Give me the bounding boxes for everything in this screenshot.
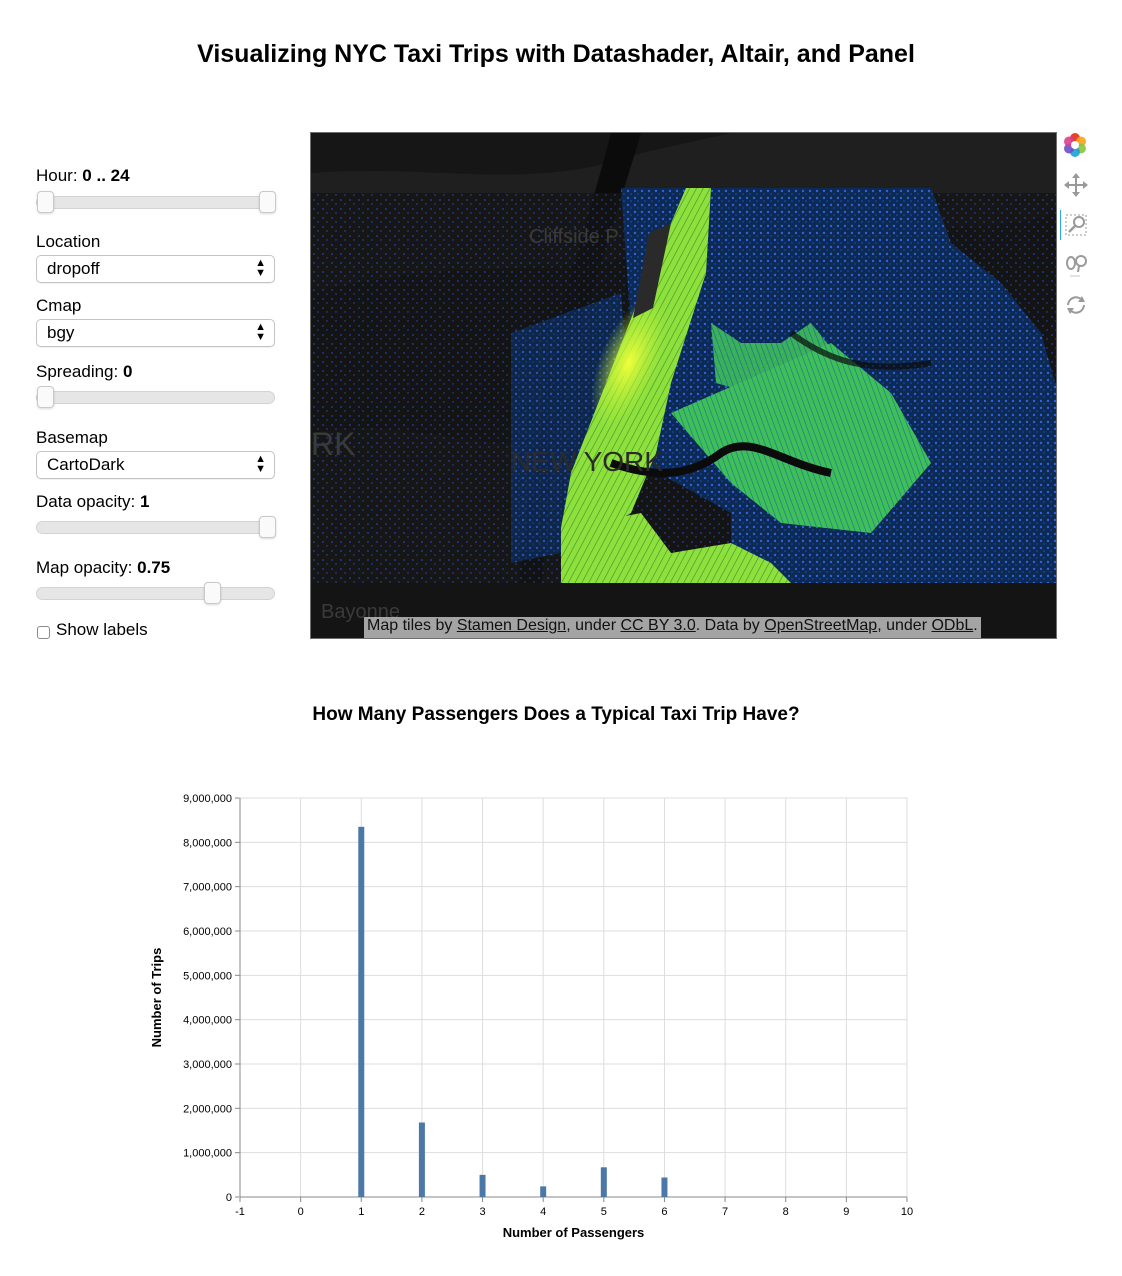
bar <box>418 1122 425 1197</box>
data-opacity-handle[interactable] <box>259 516 276 538</box>
y-tick-label: 7,000,000 <box>183 882 232 894</box>
box-zoom-icon[interactable] <box>1059 210 1094 240</box>
attribution-text: , under <box>877 617 932 634</box>
spreading-label: Spreading: 0 <box>36 362 132 382</box>
location-select-value: dropoff <box>47 259 100 278</box>
data-opacity-value: 1 <box>139 492 150 511</box>
y-tick-label: 0 <box>226 1192 232 1204</box>
y-tick-label: 2,000,000 <box>183 1103 232 1115</box>
openstreetmap-link[interactable]: OpenStreetMap <box>764 617 877 634</box>
x-tick-label: 9 <box>843 1206 849 1218</box>
wheel-zoom-icon[interactable] <box>1060 250 1094 280</box>
basemap-select[interactable]: CartoDark ▲ ▼ <box>36 451 275 479</box>
basemap-label: Basemap <box>36 428 108 447</box>
data-opacity-slider[interactable] <box>36 516 276 538</box>
pan-icon[interactable] <box>1060 170 1094 200</box>
hour-value: 0 .. 24 <box>82 166 130 185</box>
map-label-rk: RK <box>311 426 355 462</box>
cmap-select-value: bgy <box>47 323 75 342</box>
cmap-select[interactable]: bgy ▲ ▼ <box>36 319 275 347</box>
select-arrows-icon: ▲ ▼ <box>255 453 266 475</box>
y-tick-label: 4,000,000 <box>183 1015 232 1027</box>
passenger-bar-chart: -1 0 1 2 3 4 5 6 7 8 9 1001,000,0002,000,0003,000,0… <box>149 793 913 1240</box>
x-tick-label: 4 <box>540 1206 546 1218</box>
cc-by-link[interactable]: CC BY 3.0 <box>620 617 695 634</box>
plot-frame <box>239 797 908 1198</box>
spreading-value: 0 <box>122 362 133 381</box>
x-tick-label: 8 <box>783 1206 789 1218</box>
attribution-text: . <box>973 617 978 634</box>
location-label: Location <box>36 232 101 251</box>
x-tick-label: 6 <box>661 1206 667 1218</box>
x-tick-label: 5 <box>601 1206 607 1218</box>
x-tick-label: 7 <box>722 1206 728 1218</box>
y-tick-label: 6,000,000 <box>183 926 232 938</box>
bar <box>479 1174 486 1197</box>
bar <box>358 826 365 1197</box>
x-tick-label: 0 <box>298 1206 304 1218</box>
show-labels-checkbox[interactable] <box>37 626 50 639</box>
map-label-cliffside: Cliffside P <box>529 226 619 248</box>
y-tick-label: 8,000,000 <box>183 837 232 849</box>
map-opacity-label: Map opacity: 0.75 <box>36 558 170 578</box>
hour-label-text: Hour: <box>36 166 83 185</box>
map-label-ny: NEW YORK <box>511 446 663 477</box>
x-tick-label: 10 <box>901 1206 913 1218</box>
map-canvas[interactable]: Cliffside P Bayonne RK NEW YORK <box>311 133 1057 639</box>
hour-end-handle[interactable] <box>259 191 276 213</box>
y-tick-label: 5,000,000 <box>183 970 232 982</box>
x-tick-label: 3 <box>479 1206 485 1218</box>
y-tick-label: 1,000,000 <box>183 1148 232 1160</box>
odbl-link[interactable]: ODbL <box>931 617 973 634</box>
map-opacity-slider[interactable] <box>36 582 275 604</box>
cmap-label: Cmap <box>36 296 82 315</box>
reset-icon[interactable] <box>1060 290 1094 320</box>
select-arrows-icon: ▲ ▼ <box>255 321 266 343</box>
map-opacity-label-text: Map opacity: <box>36 558 138 577</box>
basemap-select-value: CartoDark <box>47 455 125 474</box>
y-tick-label: 9,000,000 <box>183 793 232 805</box>
hour-label: Hour: 0 .. 24 <box>36 166 130 186</box>
spreading-handle[interactable] <box>37 386 54 408</box>
chart-title: How Many Passengers Does a Typical Taxi … <box>312 704 800 725</box>
x-tick-label: 1 <box>358 1206 364 1218</box>
app-title: Visualizing NYC Taxi Trips with Datashad… <box>197 40 915 68</box>
map-attribution: Map tiles by Stamen Design, under CC BY … <box>364 617 981 638</box>
spreading-slider[interactable] <box>36 386 275 408</box>
stamen-design-link[interactable]: Stamen Design <box>457 617 566 634</box>
x-tick-label: 2 <box>419 1206 425 1218</box>
location-select[interactable]: dropoff ▲ ▼ <box>36 255 275 283</box>
spreading-label-text: Spreading: <box>36 362 123 381</box>
show-labels-label[interactable]: Show labels <box>56 620 148 640</box>
attribution-text: . Data by <box>695 617 765 634</box>
hour-slider[interactable] <box>36 191 276 213</box>
select-arrows-icon: ▲ ▼ <box>255 257 266 279</box>
y-tick-label: 3,000,000 <box>183 1059 232 1071</box>
data-opacity-label-text: Data opacity: <box>36 492 140 511</box>
hour-start-handle[interactable] <box>37 191 54 213</box>
data-opacity-label: Data opacity: 1 <box>36 492 149 512</box>
map-plot[interactable]: Cliffside P Bayonne RK NEW YORK <box>310 132 1057 639</box>
map-opacity-handle[interactable] <box>203 582 221 604</box>
map-opacity-value: 0.75 <box>137 558 171 577</box>
attribution-text: , under <box>566 617 621 634</box>
y-axis-title: Number of Trips <box>149 948 164 1048</box>
x-tick-label: -1 <box>235 1206 245 1218</box>
attribution-text: Map tiles by <box>367 617 457 634</box>
x-axis-title: Number of Passengers <box>503 1225 645 1240</box>
bokeh-logo-icon[interactable] <box>1060 130 1094 160</box>
bar <box>540 1186 547 1197</box>
bar <box>600 1167 607 1197</box>
bar <box>661 1177 668 1197</box>
